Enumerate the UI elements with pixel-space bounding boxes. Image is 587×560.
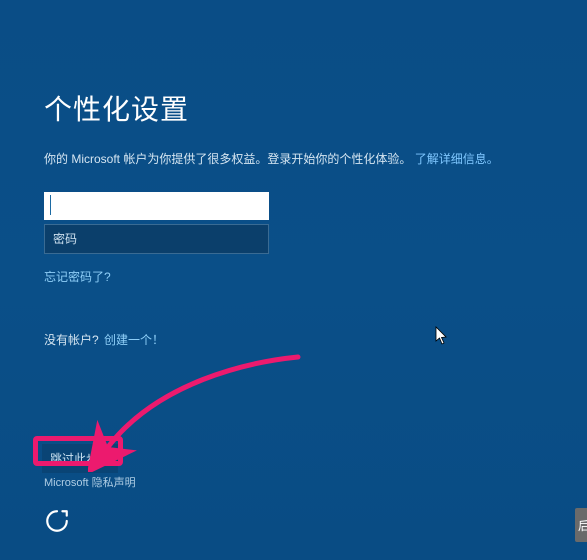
password-input[interactable] xyxy=(44,224,269,254)
skip-step-wrap: 跳过此步骤 xyxy=(42,444,118,473)
learn-more-link[interactable]: 了解详细信息。 xyxy=(415,152,499,166)
content-area: 个性化设置 你的 Microsoft 帐户为你提供了很多权益。登录开始你的个性化… xyxy=(44,88,544,348)
back-button-label: 后 xyxy=(578,517,587,534)
privacy-statement-link[interactable]: Microsoft 隐私声明 xyxy=(44,474,136,490)
no-account-text: 没有帐户? xyxy=(44,333,99,347)
subtitle-row: 你的 Microsoft 帐户为你提供了很多权益。登录开始你的个性化体验。 了解… xyxy=(44,150,544,168)
page-title: 个性化设置 xyxy=(44,88,544,128)
email-input[interactable] xyxy=(44,192,269,220)
forgot-password-link[interactable]: 忘记密码了? xyxy=(44,268,544,285)
skip-step-button[interactable]: 跳过此步骤 xyxy=(42,444,118,473)
back-button-partial[interactable]: 后 xyxy=(575,508,587,542)
annotation-arrow-icon xyxy=(88,352,308,472)
subtitle-text: 你的 Microsoft 帐户为你提供了很多权益。登录开始你的个性化体验。 xyxy=(44,152,411,166)
signin-form: 忘记密码了? 没有帐户? 创建一个！ xyxy=(44,192,544,348)
create-account-link[interactable]: 创建一个！ xyxy=(104,333,164,347)
oobe-page: 个性化设置 你的 Microsoft 帐户为你提供了很多权益。登录开始你的个性化… xyxy=(0,0,587,560)
no-account-row: 没有帐户? 创建一个！ xyxy=(44,331,544,348)
ease-of-access-icon[interactable] xyxy=(44,508,70,534)
